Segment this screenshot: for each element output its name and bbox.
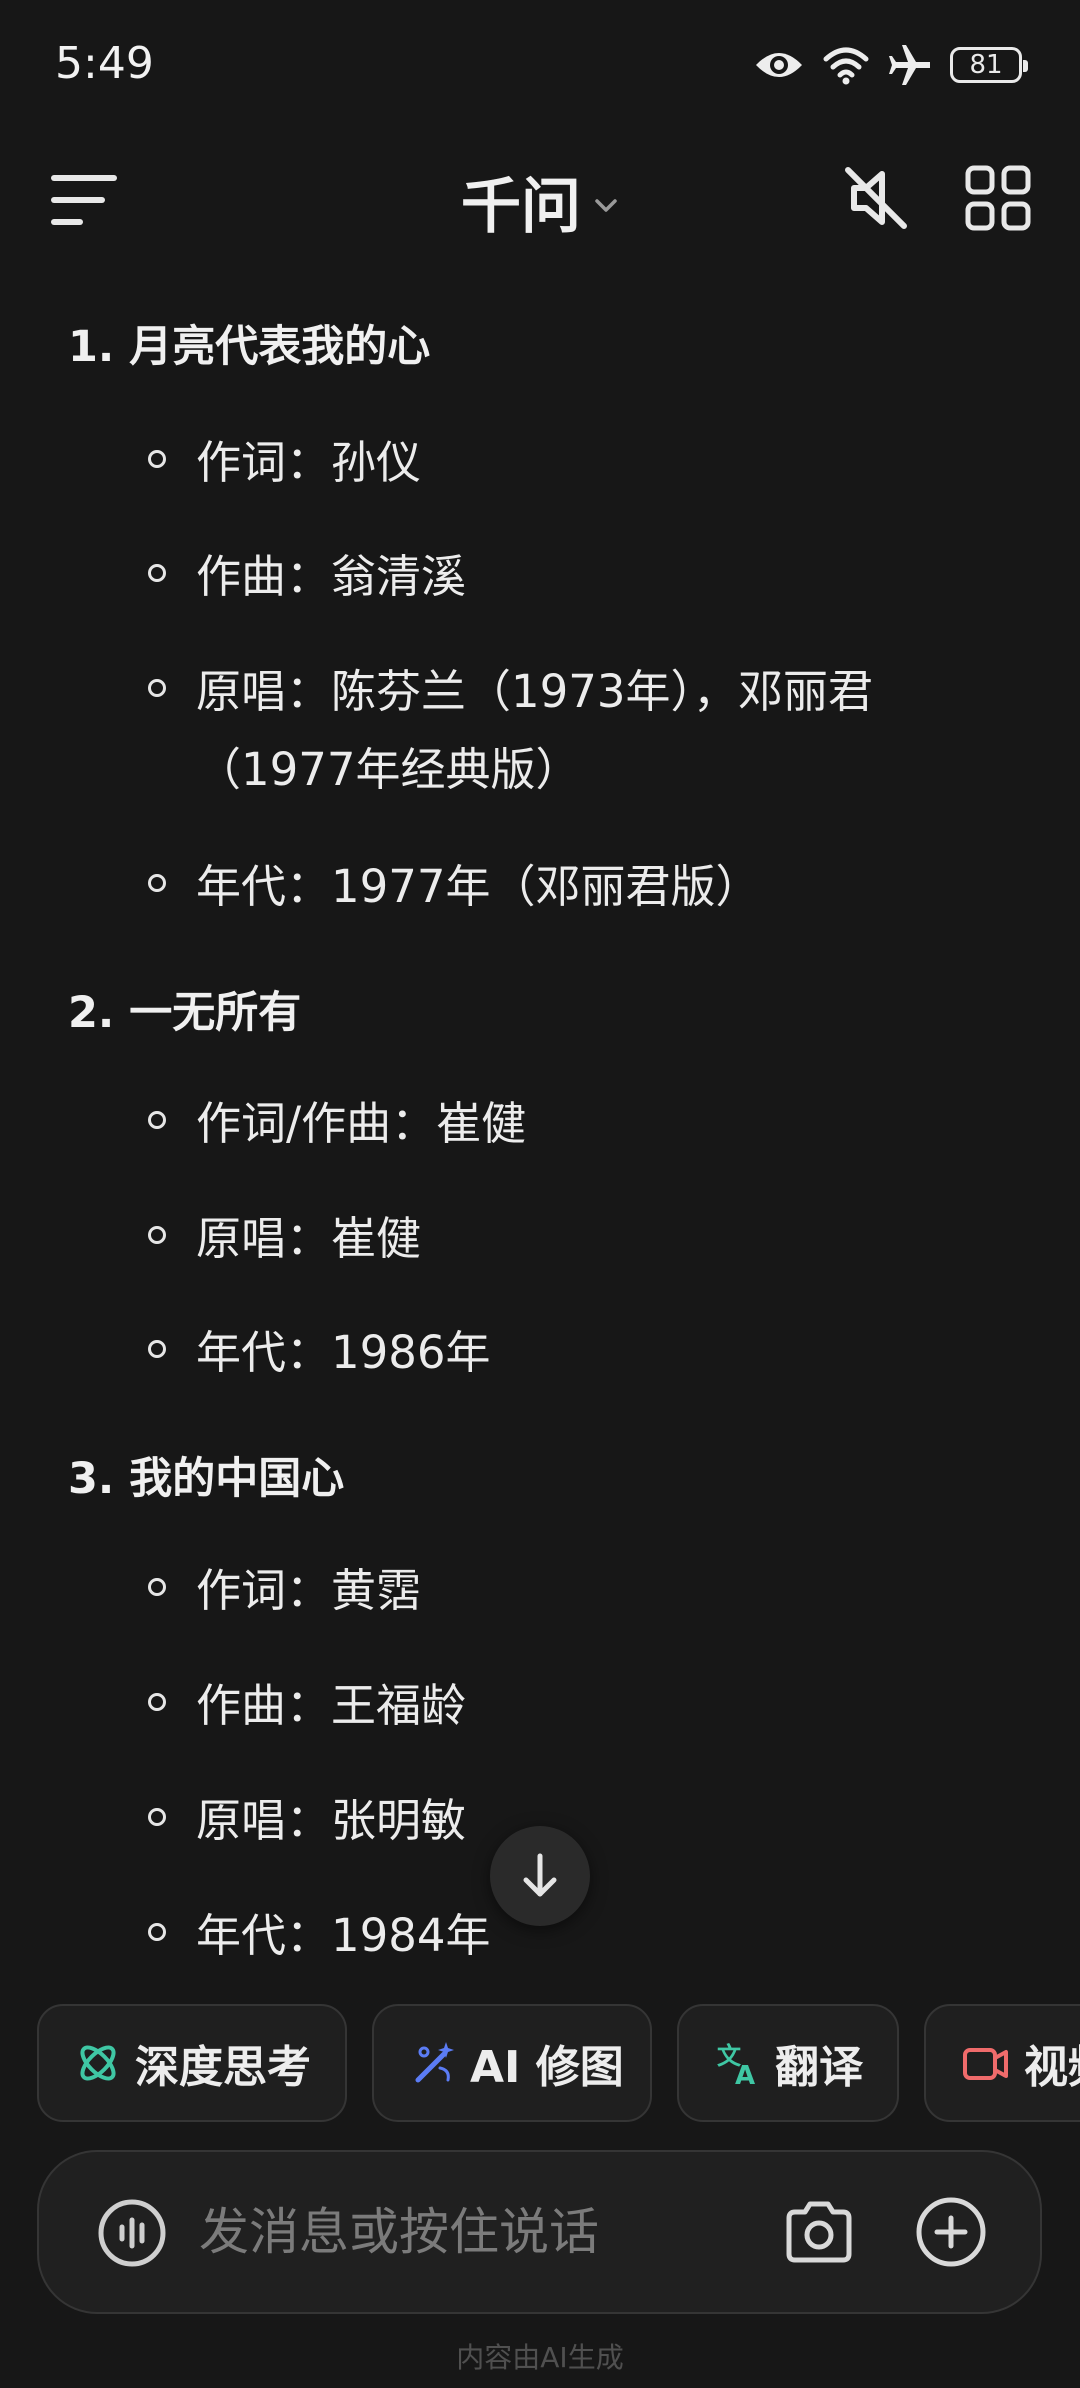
camera-icon[interactable]: [781, 2194, 857, 2270]
app-header: 千问: [0, 140, 1080, 250]
translate-icon: 文 A: [717, 2042, 755, 2086]
status-icons: 81: [754, 40, 1028, 90]
list-item-text: 作词：孙仪: [196, 436, 422, 489]
list-item: 原唱：崔健: [148, 1200, 956, 1278]
message-composer: [37, 2150, 1042, 2314]
arrow-down-icon: [523, 1853, 557, 1897]
list-item: 年代：1977年（邓丽君版）: [148, 848, 956, 926]
bullet: [148, 874, 166, 892]
bullet: [148, 1111, 166, 1129]
list-item-text: 年代：1986年: [196, 1326, 491, 1379]
list-item-text: 作词：黄霑: [196, 1564, 422, 1617]
bullet: [148, 450, 166, 468]
voice-input-icon[interactable]: [97, 2198, 167, 2268]
chip-deep-think[interactable]: 深度思考: [37, 2004, 347, 2122]
bullet: [148, 564, 166, 582]
song-title: 2. 一无所有: [68, 988, 302, 1038]
message-input[interactable]: [199, 2192, 759, 2272]
chip-label: 翻译: [775, 2042, 863, 2093]
battery-level: 81: [969, 50, 1003, 80]
song-title: 3. 我的中国心: [68, 1454, 345, 1504]
list-item-text: 原唱：陈芬兰（1973年），邓丽君（1977年经典版）: [196, 665, 874, 796]
list-item-text: 作曲：翁清溪: [196, 550, 467, 603]
chevron-down-icon: [595, 198, 617, 212]
add-icon[interactable]: [913, 2194, 989, 2270]
apps-grid-icon[interactable]: [962, 162, 1034, 234]
list-item: 作词/作曲：崔健: [148, 1085, 956, 1163]
video-icon: [963, 2048, 1008, 2080]
bullet: [148, 1226, 166, 1244]
ai-disclaimer: 内容由AI生成: [456, 2341, 624, 2374]
bullet: [148, 1693, 166, 1711]
chip-ai-retouch[interactable]: AI 修图: [372, 2004, 652, 2122]
battery-indicator: 81: [950, 47, 1028, 83]
bullet: [148, 679, 166, 697]
atom-icon: [80, 2045, 116, 2081]
bullet: [148, 1923, 166, 1941]
quick-actions: 深度思考 AI 修图 文 A 翻译 视频: [0, 2004, 1080, 2126]
list-item: 作曲：王福龄: [148, 1667, 956, 1745]
scroll-to-bottom-button[interactable]: [490, 1826, 590, 1926]
chip-video[interactable]: 视频: [924, 2004, 1080, 2122]
list-item: 年代：1986年: [148, 1314, 956, 1392]
chip-label: 深度思考: [135, 2042, 311, 2093]
list-item-text: 作词/作曲：崔健: [196, 1097, 527, 1150]
chip-label: 视频: [1024, 2042, 1080, 2093]
status-bar: 5:49 81: [0, 0, 1080, 130]
list-item-text: 原唱：崔健: [196, 1212, 422, 1265]
list-item: 作词：黄霑: [148, 1552, 956, 1630]
model-selector[interactable]: 千问: [0, 158, 1080, 245]
list-item: 原唱：陈芬兰（1973年），邓丽君（1977年经典版）: [148, 653, 956, 809]
chip-translate[interactable]: 文 A 翻译: [677, 2004, 899, 2122]
speaker-mute-icon[interactable]: [840, 162, 912, 234]
list-item: 作词：孙仪: [148, 424, 956, 502]
song-title: 1. 月亮代表我的心: [68, 322, 431, 372]
list-item: 作曲：翁清溪: [148, 538, 956, 616]
status-time: 5:49: [55, 38, 154, 89]
eye-icon: [756, 53, 802, 77]
wifi-icon: [823, 47, 869, 85]
svg-text:A: A: [735, 2061, 755, 2086]
bullet: [148, 1578, 166, 1596]
magic-wand-icon: [415, 2042, 454, 2083]
page-title: 千问: [461, 172, 581, 242]
chip-label: AI 修图: [470, 2042, 624, 2093]
list-item-text: 年代：1977年（邓丽君版）: [196, 860, 761, 913]
bullet: [148, 1340, 166, 1358]
bullet: [148, 1808, 166, 1826]
airplane-icon: [889, 45, 930, 85]
list-item-text: 作曲：王福龄: [196, 1679, 467, 1732]
